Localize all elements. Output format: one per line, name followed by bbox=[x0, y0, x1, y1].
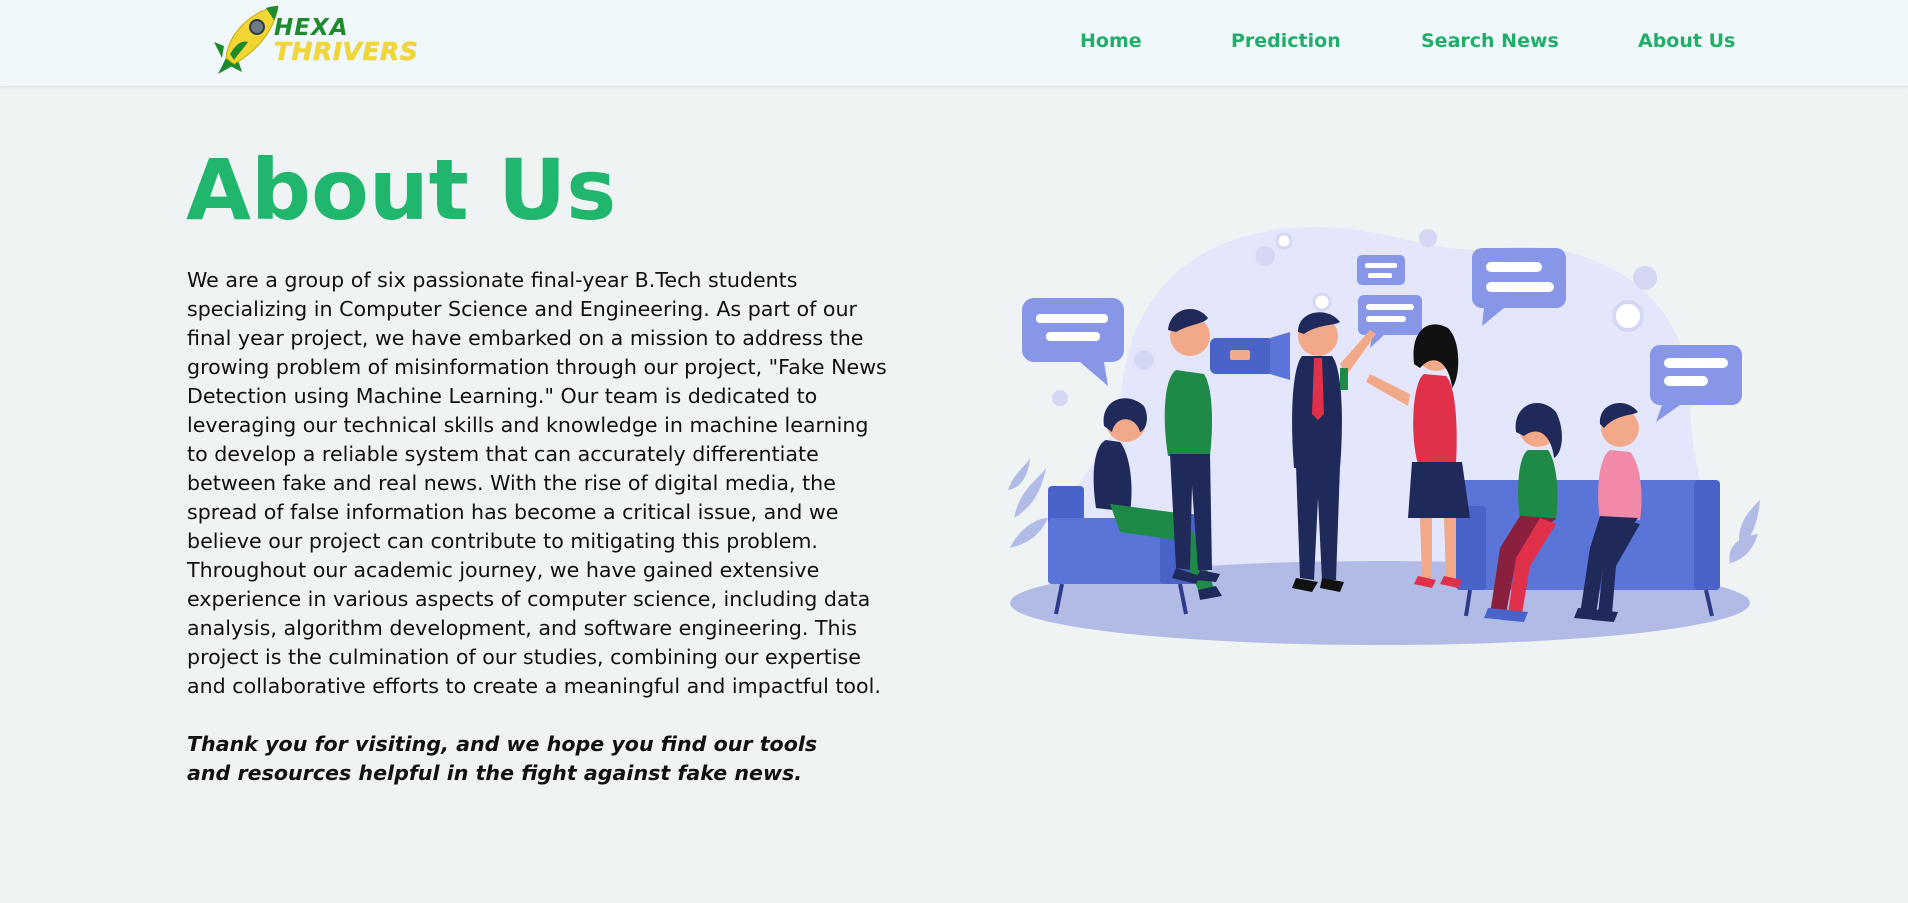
nav-search-news[interactable]: Search News bbox=[1421, 30, 1559, 52]
brand-line-2: THRIVERS bbox=[274, 37, 419, 66]
about-paragraph: We are a group of six passionate final-y… bbox=[187, 268, 887, 698]
nav-about-us[interactable]: About Us bbox=[1638, 30, 1735, 52]
navbar: HEXA THRIVERS Home Prediction Search New… bbox=[0, 0, 1908, 87]
closing-message: Thank you for visiting, and we hope you … bbox=[187, 732, 818, 785]
page-title: About Us bbox=[186, 141, 617, 239]
brand-wordmark: HEXA THRIVERS bbox=[274, 16, 418, 64]
news-interview-illustration bbox=[1008, 226, 1760, 645]
nav-home[interactable]: Home bbox=[1080, 30, 1142, 52]
nav-prediction[interactable]: Prediction bbox=[1231, 30, 1341, 52]
brand-logo[interactable]: HEXA THRIVERS bbox=[214, 2, 418, 78]
